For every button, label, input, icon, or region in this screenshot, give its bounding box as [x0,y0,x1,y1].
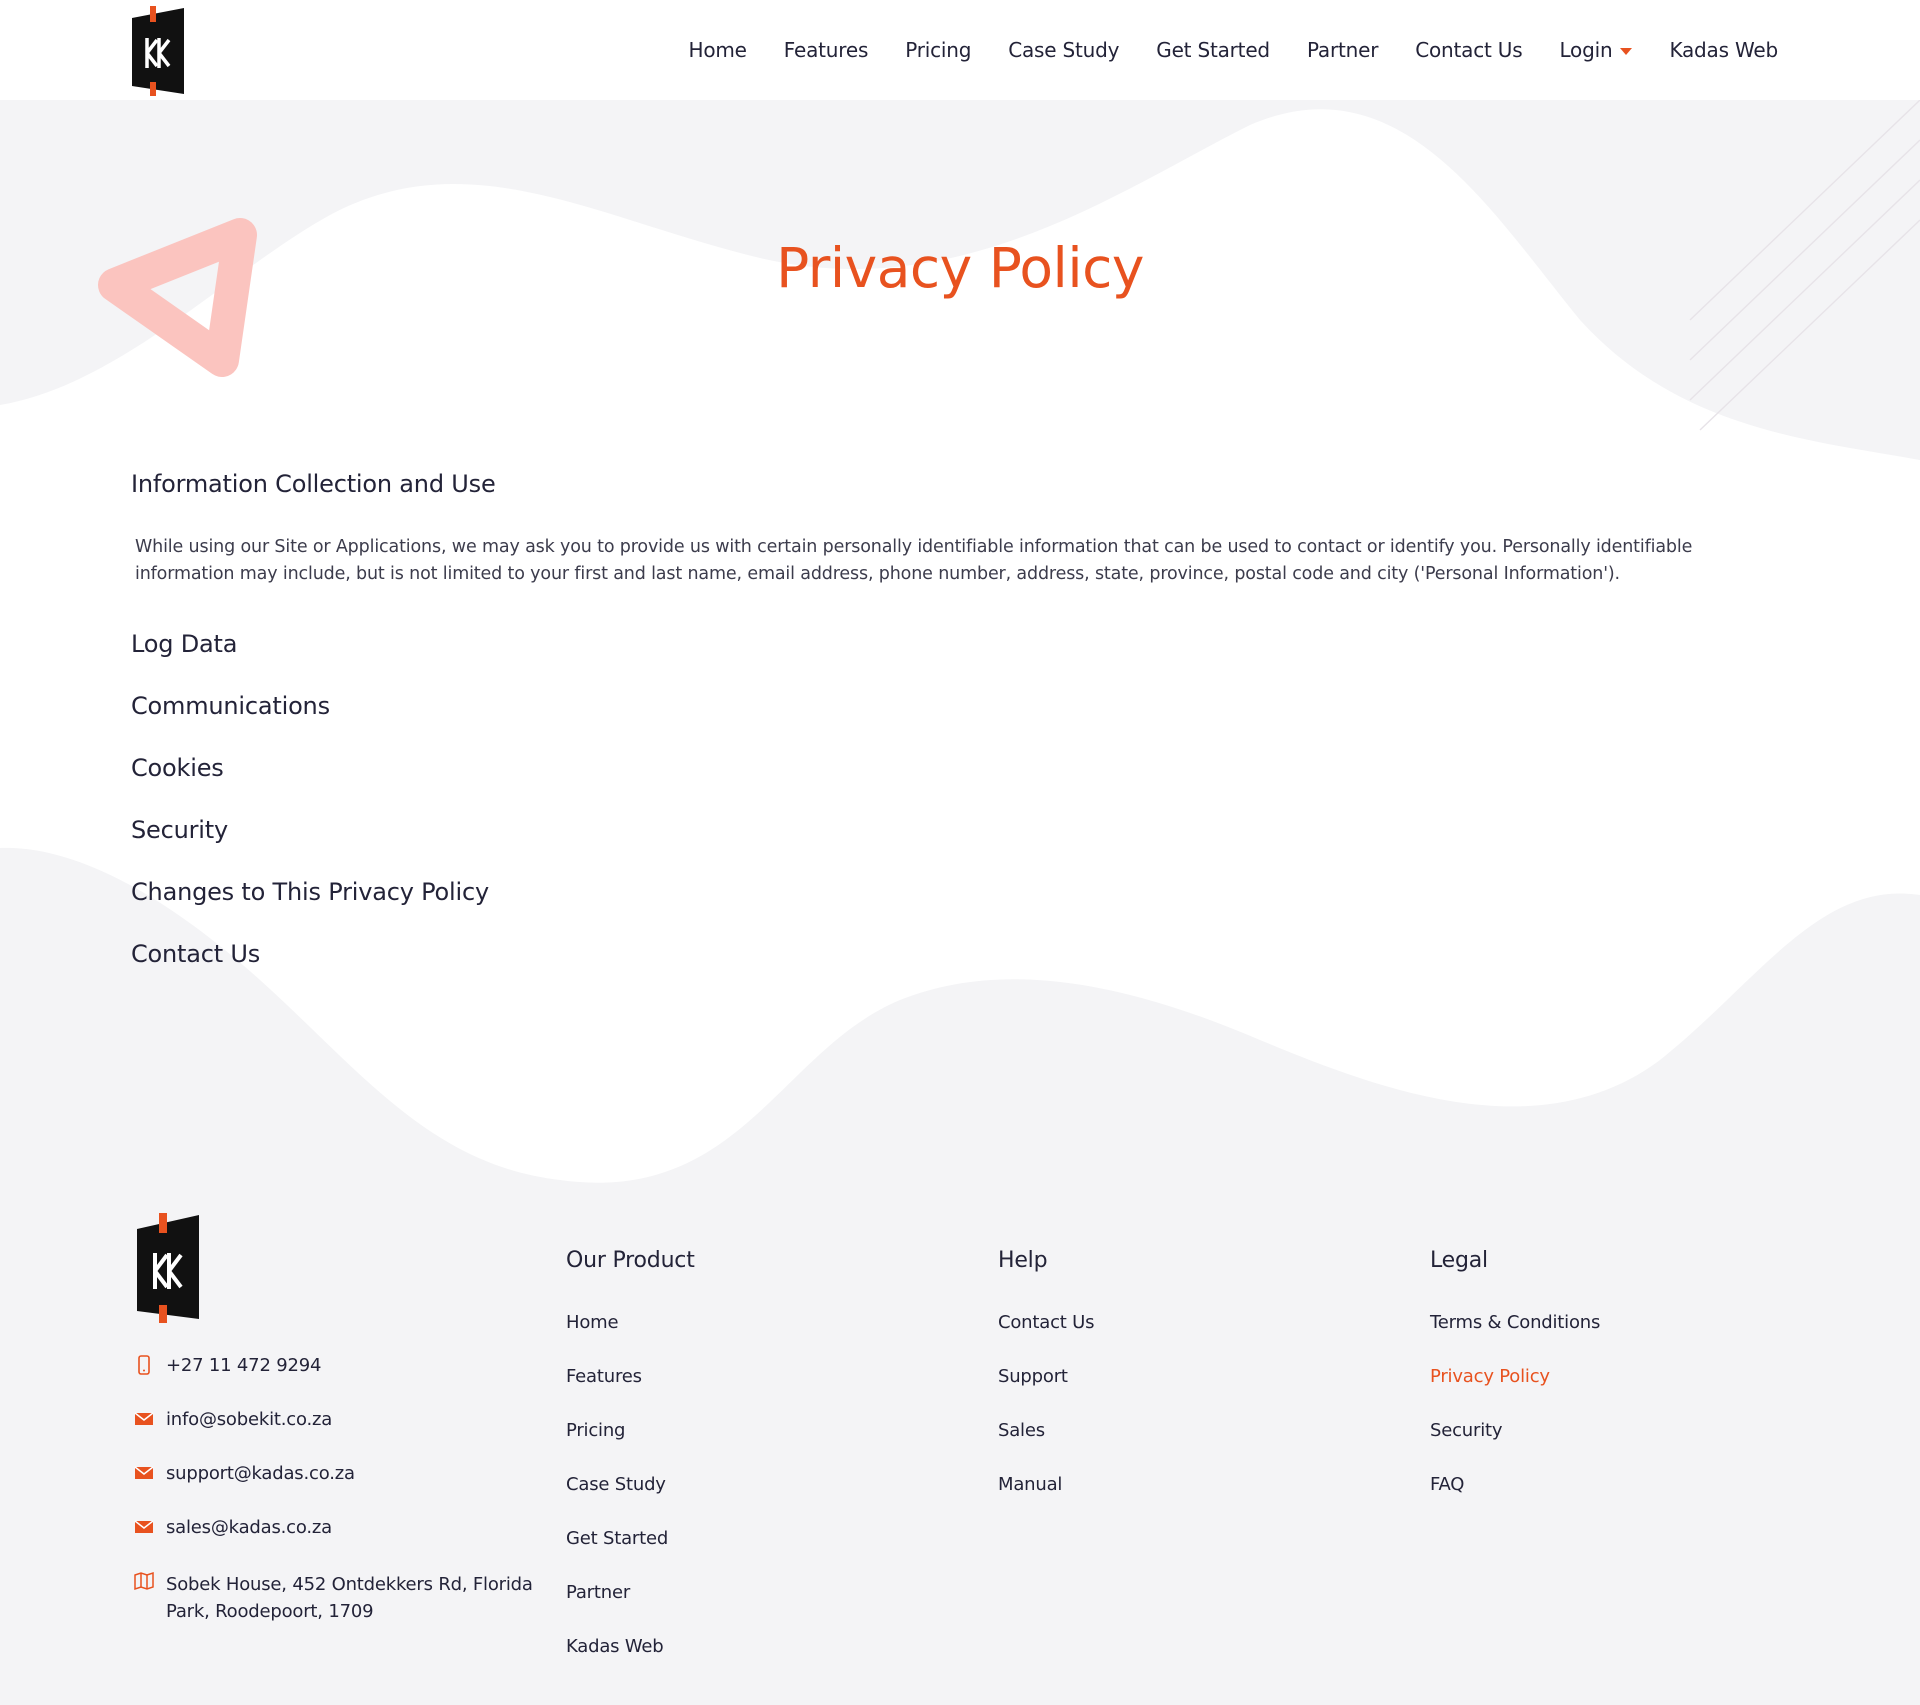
mail-icon [134,1520,154,1533]
section-heading-information-collection[interactable]: Information Collection and Use [131,470,496,498]
section-heading-security[interactable]: Security [131,816,228,844]
footer-link-pricing[interactable]: Pricing [566,1420,625,1441]
nav-kadas-web[interactable]: Kadas Web [1669,38,1778,62]
footer-address: Sobek House, 452 Ontdekkers Rd, Florida … [134,1571,566,1625]
footer-link-case-study[interactable]: Case Study [566,1474,666,1495]
footer-link-partner[interactable]: Partner [566,1582,630,1603]
footer-link-features[interactable]: Features [566,1366,642,1387]
footer-link-privacy-policy[interactable]: Privacy Policy [1430,1366,1550,1387]
site-header: Home Features Pricing Case Study Get Sta… [0,0,1920,100]
caret-down-icon [1620,47,1633,55]
footer-logo[interactable] [135,1213,201,1323]
main-nav: Home Features Pricing Case Study Get Sta… [652,0,1779,100]
section-heading-log-data[interactable]: Log Data [131,630,237,658]
section-heading-communications[interactable]: Communications [131,692,330,720]
nav-features[interactable]: Features [784,38,869,62]
section-heading-contact-us[interactable]: Contact Us [131,940,260,968]
mail-icon [134,1412,154,1425]
nav-case-study[interactable]: Case Study [1008,38,1119,62]
footer-link-security[interactable]: Security [1430,1420,1503,1441]
footer-link-home[interactable]: Home [566,1312,619,1333]
phone-text: +27 11 472 9294 [166,1355,322,1376]
email-info-text: info@sobekit.co.za [166,1409,333,1430]
footer-phone[interactable]: +27 11 472 9294 [134,1355,321,1376]
nav-login-label: Login [1559,38,1613,62]
mail-icon [134,1466,154,1479]
nav-get-started[interactable]: Get Started [1156,38,1270,62]
address-text: Sobek House, 452 Ontdekkers Rd, Florida … [166,1574,533,1622]
footer-link-sales[interactable]: Sales [998,1420,1045,1441]
footer-email-info[interactable]: info@sobekit.co.za [134,1409,332,1430]
footer-link-support[interactable]: Support [998,1366,1068,1387]
section-heading-changes[interactable]: Changes to This Privacy Policy [131,878,489,906]
nav-partner[interactable]: Partner [1307,38,1378,62]
email-support-text: support@kadas.co.za [166,1463,355,1484]
footer-link-manual[interactable]: Manual [998,1474,1062,1495]
footer-heading-help: Help [998,1248,1048,1273]
footer-link-faq[interactable]: FAQ [1430,1474,1464,1495]
nav-pricing[interactable]: Pricing [905,38,971,62]
nav-contact-us[interactable]: Contact Us [1415,38,1522,62]
brand-logo[interactable] [130,6,186,96]
phone-icon [138,1355,150,1375]
footer-link-get-started[interactable]: Get Started [566,1528,668,1549]
footer-email-support[interactable]: support@kadas.co.za [134,1463,355,1484]
intro-paragraph: While using our Site or Applications, we… [135,537,1693,584]
footer-link-terms[interactable]: Terms & Conditions [1430,1312,1600,1333]
page-title: Privacy Policy [776,236,1144,300]
nav-home[interactable]: Home [689,38,747,62]
section-heading-cookies[interactable]: Cookies [131,754,224,782]
footer-link-contact-us[interactable]: Contact Us [998,1312,1095,1333]
footer-heading-our-product: Our Product [566,1248,695,1273]
footer-link-kadas-web[interactable]: Kadas Web [566,1636,664,1657]
footer-email-sales[interactable]: sales@kadas.co.za [134,1517,332,1538]
footer-heading-legal: Legal [1430,1248,1488,1273]
nav-login[interactable]: Login [1559,38,1633,62]
map-icon [134,1571,154,1591]
email-sales-text: sales@kadas.co.za [166,1517,332,1538]
